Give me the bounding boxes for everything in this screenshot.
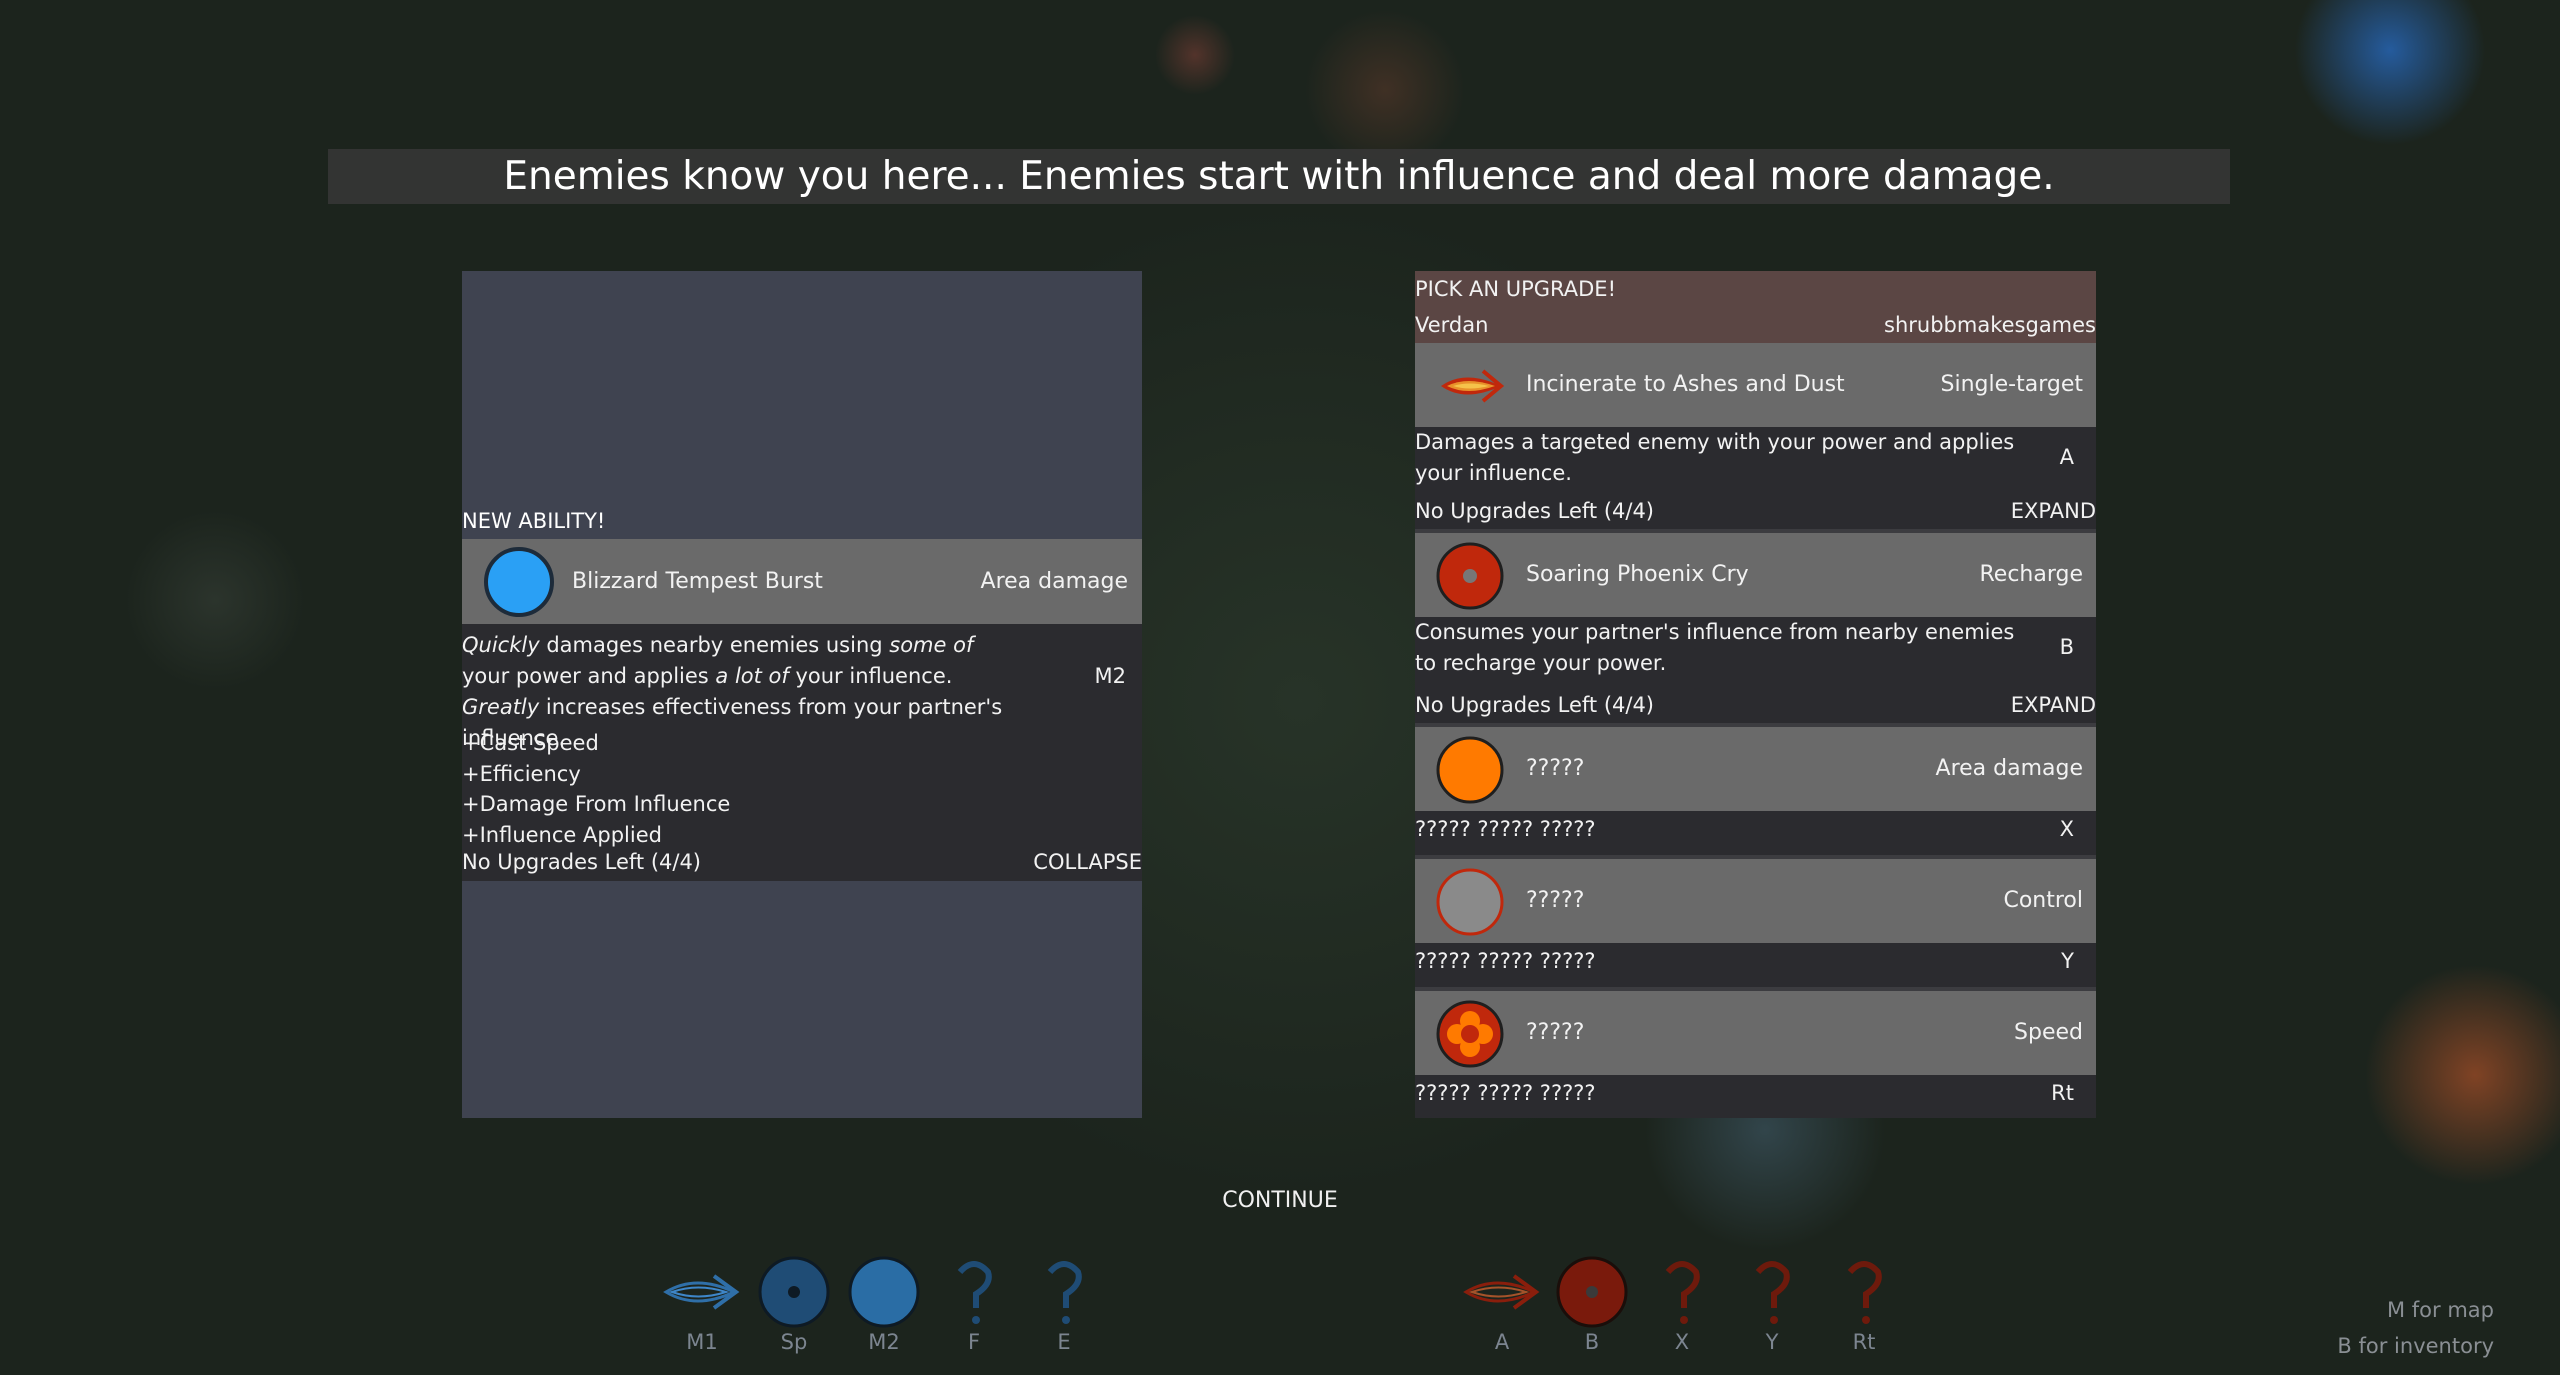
upgrade-status: No Upgrades Left (4/4) xyxy=(1415,693,1654,717)
character-name: Verdan xyxy=(1415,313,1489,337)
upgrade-row-locked[interactable]: ????? Area damage xyxy=(1415,727,2096,811)
hotbar-label: Sp xyxy=(780,1330,808,1354)
message-banner: Enemies know you here... Enemies start w… xyxy=(328,149,2230,204)
ability-footer: No Upgrades Left (4/4) COLLAPSE xyxy=(462,844,1142,880)
upgrade-type: Recharge xyxy=(1979,562,2083,587)
upgrade-footer: No Upgrades Left (4/4) EXPAND xyxy=(1415,493,2096,529)
question-mark-icon xyxy=(1755,1261,1790,1324)
modifier-item: +Damage From Influence xyxy=(462,792,731,816)
upgrade-description-block: ????? ????? ????? Rt xyxy=(1415,1075,2096,1111)
pick-upgrade-title: PICK AN UPGRADE! xyxy=(1415,277,1616,301)
author-name: shrubbmakesgames xyxy=(1884,313,2096,337)
upgrade-description-block: ????? ????? ????? X xyxy=(1415,811,2096,847)
red-target-orb-icon xyxy=(1556,1256,1628,1328)
fire-arrow-icon xyxy=(1441,369,1505,403)
hotbar-label: Y xyxy=(1765,1330,1779,1354)
upgrade-type: Speed xyxy=(2014,1020,2083,1045)
upgrade-name: ????? xyxy=(1526,888,1585,913)
upgrade-name: Soaring Phoenix Cry xyxy=(1526,562,1749,587)
blue-target-orb-icon xyxy=(758,1256,830,1328)
upgrade-description-block: Consumes your partner's influence from n… xyxy=(1415,617,2096,679)
upgrade-description: ????? ????? ????? xyxy=(1415,817,1596,841)
upgrade-name: ????? xyxy=(1526,756,1585,781)
upgrade-row-incinerate[interactable]: Incinerate to Ashes and Dust Single-targ… xyxy=(1415,343,2096,427)
upgrade-panel-header: PICK AN UPGRADE! Verdan shrubbmakesgames xyxy=(1415,271,2096,343)
upgrade-description: ????? ????? ????? xyxy=(1415,949,1596,973)
upgrade-type: Area damage xyxy=(1935,756,2083,781)
inventory-hint: B for inventory xyxy=(2337,1334,2494,1358)
hotbar-label: E xyxy=(1057,1330,1071,1354)
upgrade-row-locked[interactable]: ????? Control xyxy=(1415,859,2096,943)
hotbar-slot-m2[interactable]: M2 xyxy=(844,1252,924,1354)
ability-modifiers: +Cast Speed +Efficiency +Damage From Inf… xyxy=(462,728,730,850)
gray-orb-icon xyxy=(1436,868,1504,936)
pick-upgrade-panel: PICK AN UPGRADE! Verdan shrubbmakesgames… xyxy=(1415,271,2096,1118)
hotbar-label: M2 xyxy=(868,1330,900,1354)
upgrade-row-locked[interactable]: ????? Speed xyxy=(1415,991,2096,1075)
upgrade-description-block: Damages a targeted enemy with your power… xyxy=(1415,427,2096,489)
hotbar-slot-sp[interactable]: Sp xyxy=(754,1252,834,1354)
hotbar-slot-e[interactable]: E xyxy=(1024,1252,1104,1354)
hotbar-slot-x[interactable]: X xyxy=(1642,1252,1722,1354)
upgrade-description-block: ????? ????? ????? Y xyxy=(1415,943,2096,979)
continue-button[interactable]: CONTINUE xyxy=(1180,1188,1380,1213)
upgrade-type: Control xyxy=(2003,888,2083,913)
question-mark-icon xyxy=(1665,1261,1700,1324)
upgrade-description: ????? ????? ????? xyxy=(1415,1081,1596,1105)
upgrade-keybind: X xyxy=(2059,817,2074,841)
upgrade-keybind: Y xyxy=(2061,949,2074,973)
upgrade-status: No Upgrades Left (4/4) xyxy=(462,850,701,874)
upgrade-keybind: B xyxy=(2059,635,2074,659)
collapse-button[interactable]: COLLAPSE xyxy=(1033,844,1142,880)
flower-orb-icon xyxy=(1436,1000,1504,1068)
expand-button[interactable]: EXPAND xyxy=(2011,687,2096,723)
ability-keybind: M2 xyxy=(1094,664,1126,688)
hotbar-slot-b[interactable]: B xyxy=(1552,1252,1632,1354)
question-mark-icon xyxy=(957,1261,992,1324)
upgrade-description: Consumes your partner's influence from n… xyxy=(1415,620,2015,675)
hotbar-label: B xyxy=(1584,1330,1600,1354)
hotbar-label: X xyxy=(1674,1330,1690,1354)
ability-name: Blizzard Tempest Burst xyxy=(572,569,823,594)
hotbar-slot-f[interactable]: F xyxy=(934,1252,1014,1354)
question-mark-icon xyxy=(1047,1261,1082,1324)
hotbar-label: M1 xyxy=(686,1330,718,1354)
hotbar-label: F xyxy=(967,1330,981,1354)
upgrade-keybind: A xyxy=(2059,445,2074,469)
modifier-item: +Cast Speed xyxy=(462,731,599,755)
red-target-orb-icon xyxy=(1436,542,1504,610)
hotbar-slot-a[interactable]: A xyxy=(1462,1252,1542,1354)
ability-row-blizzard[interactable]: Blizzard Tempest Burst Area damage xyxy=(462,539,1142,624)
hotbar-slot-y[interactable]: Y xyxy=(1732,1252,1812,1354)
hotbar-slot-rt[interactable]: Rt xyxy=(1824,1252,1904,1354)
ability-details: Quickly damages nearby enemies using som… xyxy=(462,624,1142,881)
hotbar-label: A xyxy=(1494,1330,1510,1354)
upgrade-description: Damages a targeted enemy with your power… xyxy=(1415,430,2015,485)
upgrade-name: Incinerate to Ashes and Dust xyxy=(1526,372,1845,397)
blue-arrow-icon xyxy=(663,1274,740,1310)
hotbar-slot-m1[interactable]: M1 xyxy=(662,1252,742,1354)
new-ability-header: NEW ABILITY! xyxy=(462,509,606,533)
upgrade-type: Single-target xyxy=(1940,372,2083,397)
upgrade-keybind: Rt xyxy=(2051,1081,2074,1105)
upgrade-row-phoenix[interactable]: Soaring Phoenix Cry Recharge xyxy=(1415,533,2096,617)
map-hint: M for map xyxy=(2387,1298,2494,1322)
orange-orb-icon xyxy=(1436,736,1504,804)
upgrade-footer: No Upgrades Left (4/4) EXPAND xyxy=(1415,687,2096,723)
ability-type: Area damage xyxy=(980,569,1128,594)
hotbar-label: Rt xyxy=(1852,1330,1876,1354)
red-arrow-icon xyxy=(1463,1274,1540,1310)
new-ability-panel: NEW ABILITY! Blizzard Tempest Burst Area… xyxy=(462,271,1142,1118)
modifier-item: +Efficiency xyxy=(462,761,581,786)
upgrade-status: No Upgrades Left (4/4) xyxy=(1415,499,1654,523)
question-mark-icon xyxy=(1847,1261,1882,1324)
expand-button[interactable]: EXPAND xyxy=(2011,493,2096,529)
upgrade-name: ????? xyxy=(1526,1020,1585,1045)
blue-orb-icon xyxy=(848,1256,920,1328)
blue-orb-icon xyxy=(484,547,554,617)
